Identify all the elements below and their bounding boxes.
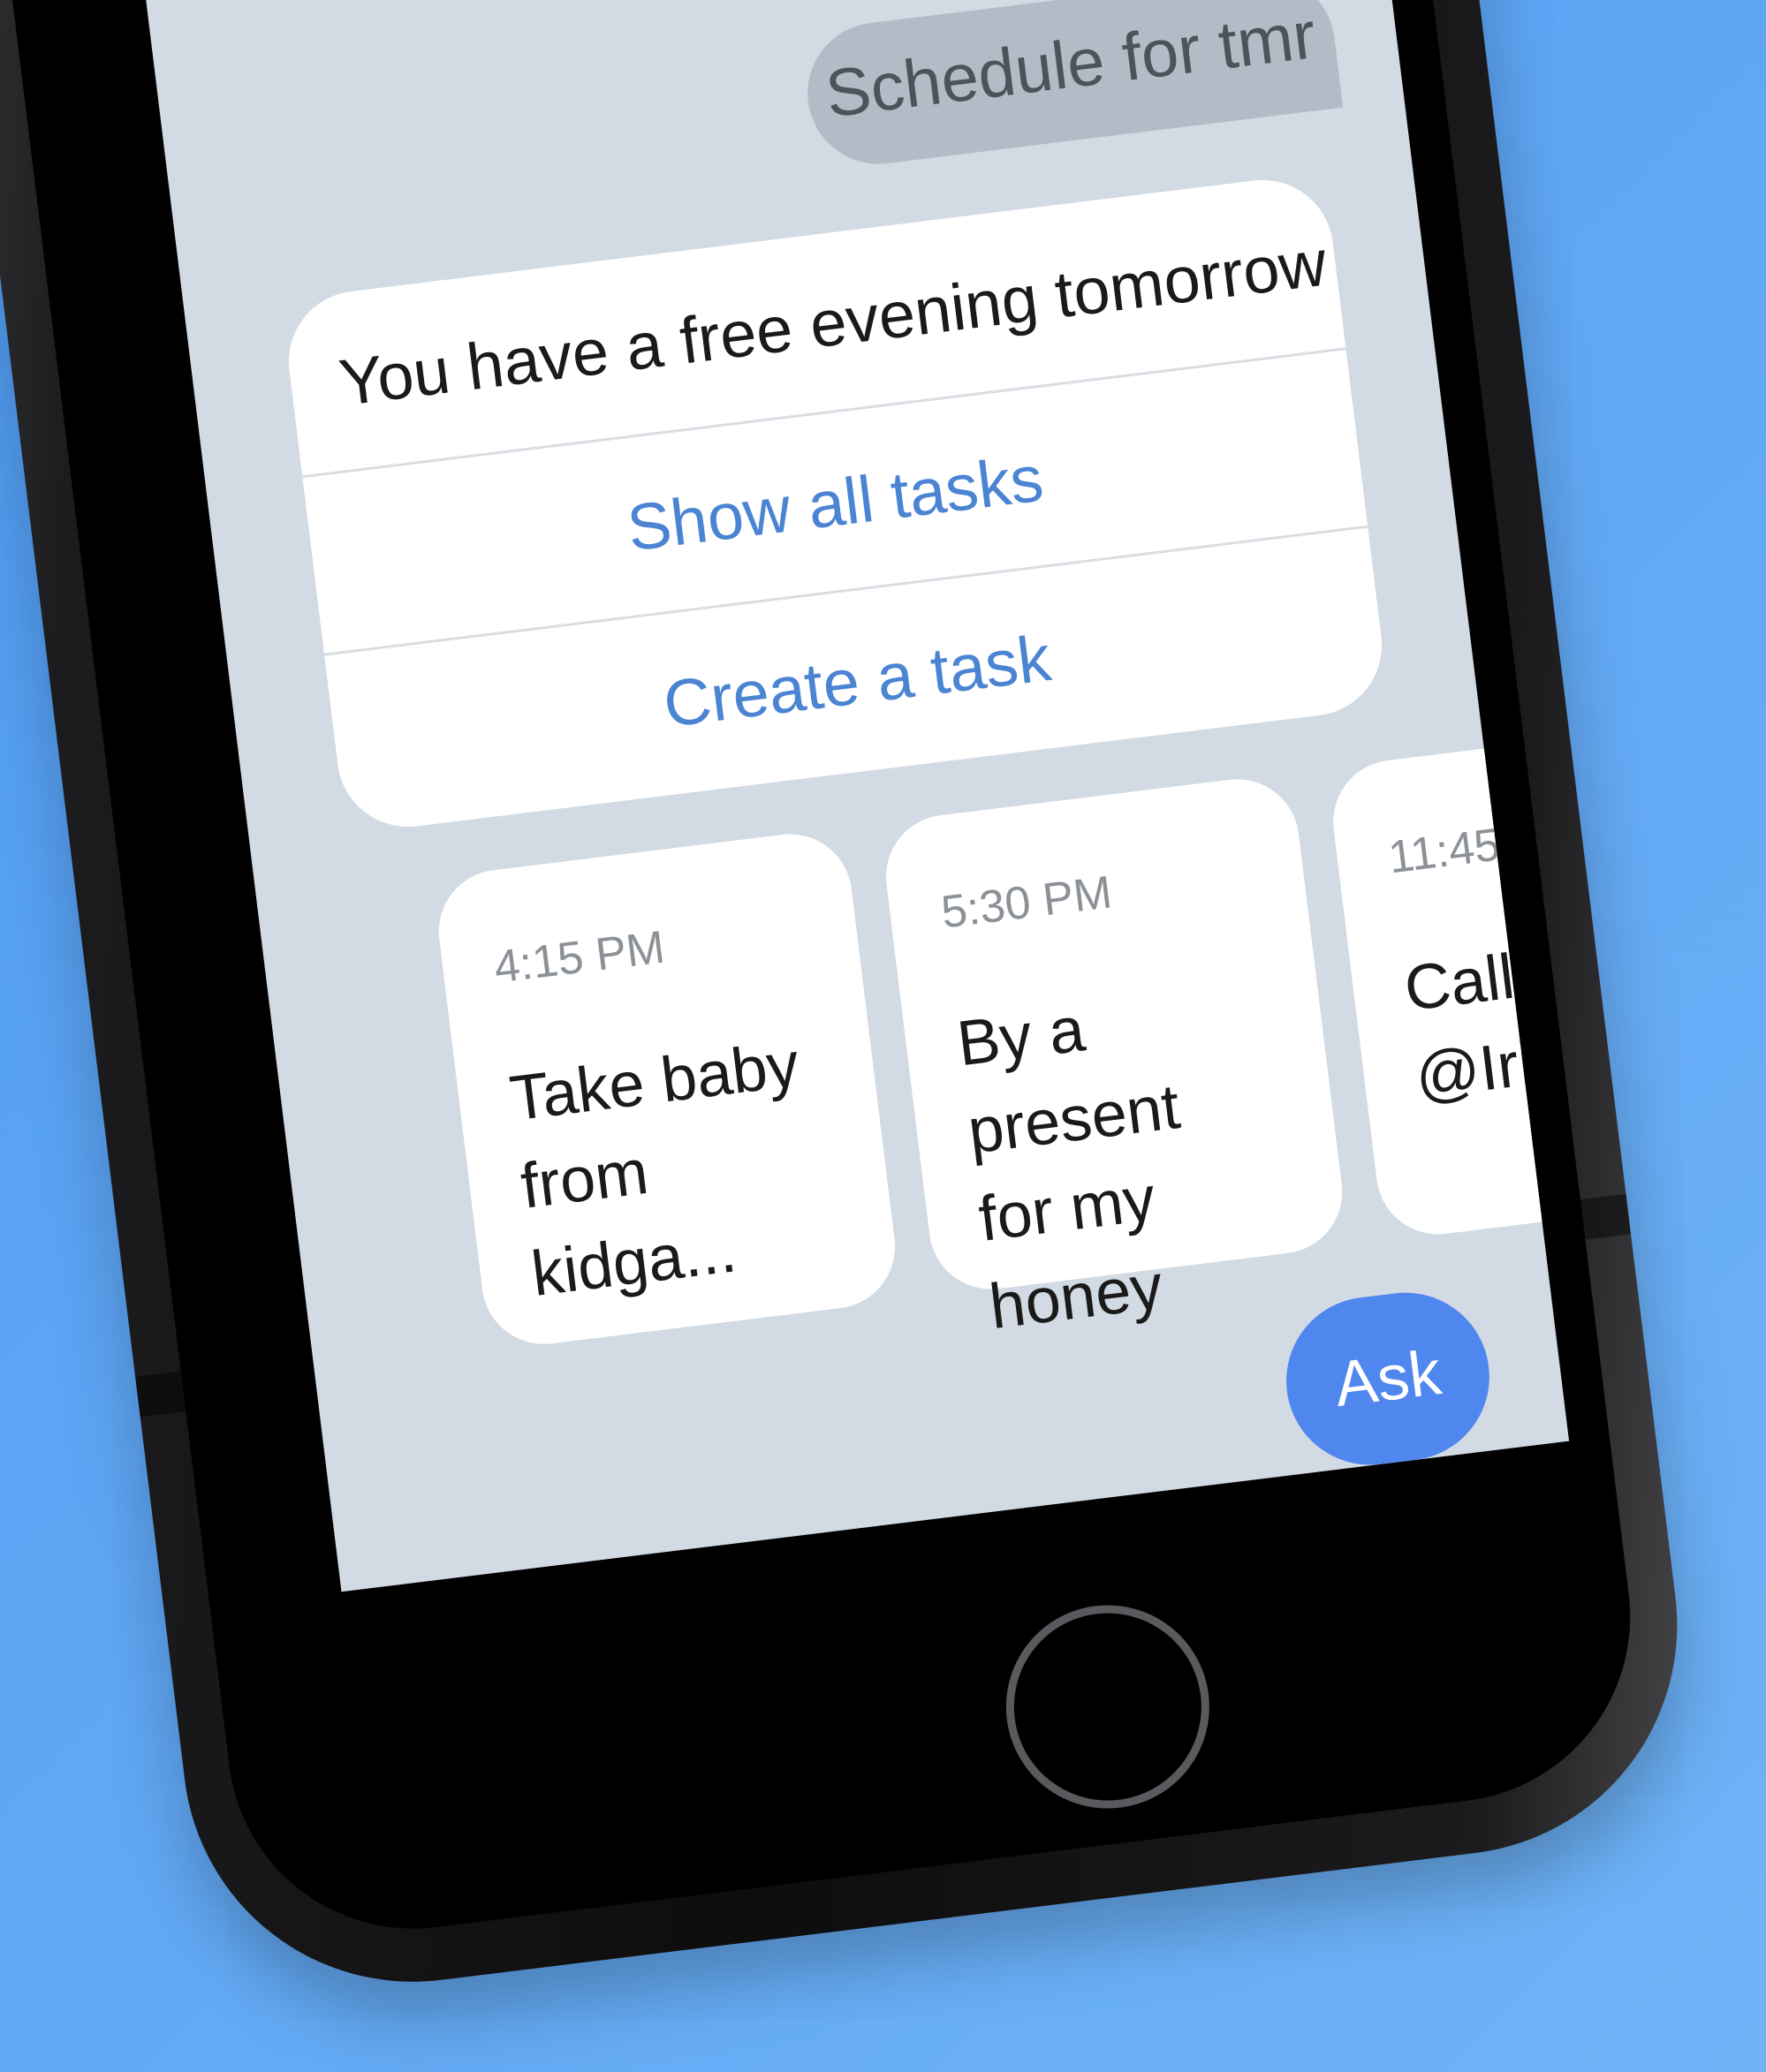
task-carousel[interactable]: 4:15 PM Take baby from kidga... 5:30 PM … [431, 717, 1570, 1368]
user-message-bubble: Schedule for tmr [800, 0, 1344, 172]
task-title-line-2: from kidga... [517, 1136, 740, 1310]
chat-screen: Schedule for tmr You have a free evening… [124, 0, 1570, 1592]
phone-frame: Schedule for tmr You have a free evening… [0, 0, 1704, 2008]
task-title-line-1: Call r [1400, 936, 1558, 1025]
home-button[interactable] [994, 1593, 1222, 1820]
task-title-line-2: for my honey [974, 1163, 1167, 1343]
bot-response-card: You have a free evening tomorrow Show al… [280, 171, 1391, 836]
task-time: 5:30 PM [938, 866, 1115, 939]
task-time: 4:15 PM [491, 921, 668, 994]
phone-bezel: Schedule for tmr You have a free evening… [0, 0, 1652, 1950]
task-card[interactable]: 11:45 A Call r @Irin [1326, 717, 1570, 1242]
task-card[interactable]: 4:15 PM Take baby from kidga... [431, 827, 903, 1351]
task-card[interactable]: 5:30 PM By a present for my honey [878, 772, 1350, 1342]
task-time: 11:45 A [1385, 813, 1543, 884]
ask-button[interactable]: Ask [1277, 1282, 1499, 1475]
